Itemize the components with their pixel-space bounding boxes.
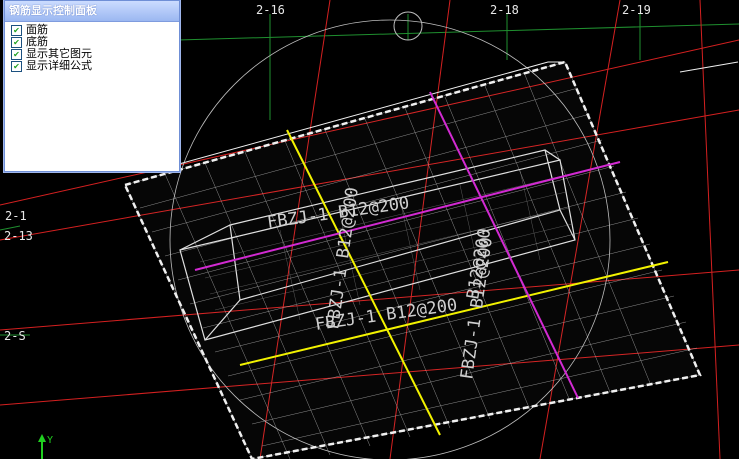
coordinate-indicator: Y [38, 434, 53, 459]
checkbox-show-formula[interactable]: ✔ [11, 60, 22, 72]
axis-label-2-S: 2-S [4, 329, 26, 343]
slab-mesh [124, 61, 701, 459]
panel-title[interactable]: 钢筋显示控制面板 [5, 1, 179, 22]
axis-label-2-18: 2-18 [490, 3, 519, 17]
coord-y-label: Y [47, 435, 53, 446]
axis-label-2-19: 2-19 [622, 3, 651, 17]
axis-label-2-13: 2-13 [4, 229, 33, 243]
checkbox-show-other[interactable]: ✔ [11, 48, 22, 60]
panel-options: ✔ 面筋 ✔ 底筋 ✔ 显示其它图元 ✔ 显示详细公式 [11, 24, 179, 72]
rebar-display-panel: 钢筋显示控制面板 ✔ 面筋 ✔ 底筋 ✔ 显示其它图元 ✔ 显示详细公式 [4, 0, 180, 172]
axis-label-2-16: 2-16 [256, 3, 285, 17]
axis-label-2-1: 2-1 [5, 209, 27, 223]
option-show-formula-label: 显示详细公式 [26, 59, 92, 72]
option-show-formula[interactable]: ✔ 显示详细公式 [11, 60, 179, 72]
slab-edge-2 [679, 61, 739, 73]
checkbox-bottom-rebar[interactable]: ✔ [11, 36, 22, 48]
checkbox-top-rebar[interactable]: ✔ [11, 24, 22, 36]
